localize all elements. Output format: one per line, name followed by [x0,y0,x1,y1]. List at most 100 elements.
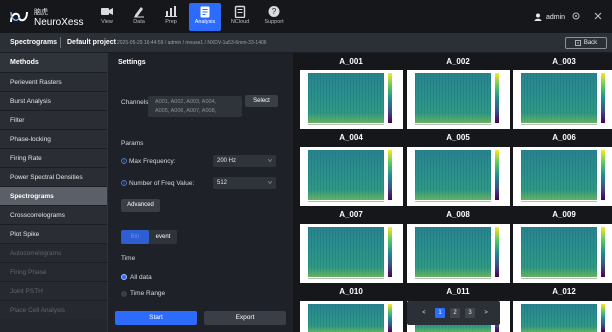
colorbar [388,73,392,123]
channel-title: A_010 [339,287,363,296]
svg-text:?: ? [272,7,277,16]
video-camera-icon [101,8,113,15]
info-icon[interactable] [121,158,127,164]
recording-meta: 2025-05-29 16:44:59 / admin / mouse1 / N… [117,40,267,46]
spectrogram-plot[interactable] [407,224,510,283]
cloud-doc-icon [234,5,246,18]
prev-page-button[interactable]: < [419,308,429,318]
page-2-button[interactable]: 2 [450,308,460,318]
breadcrumb-divider [60,37,61,48]
method-item-firing-phase: Firing Phase [0,262,107,281]
max-frequency-select[interactable]: 200 Hz [213,155,276,167]
channel-title: A_002 [446,57,470,66]
pencil-doc-icon [134,7,144,18]
x-axis [415,201,491,204]
brand-name-cn: 脑虎 [34,8,48,16]
spectrogram-image [308,304,384,332]
spectrogram-image [521,150,597,200]
select-channels-button[interactable]: Select [245,95,278,107]
channel-title: A_011 [446,287,470,296]
method-item-filter[interactable]: Filter [0,110,107,129]
x-axis [521,201,597,204]
nav-prep[interactable]: Prep [155,3,187,31]
nav-ncloud[interactable]: NCloud [224,3,256,31]
colorbar [388,150,392,200]
nav-analysis-label: Analysis [194,19,216,25]
method-item-phase-locking[interactable]: Phase-locking [0,129,107,148]
spectrogram-plot[interactable] [407,70,510,129]
colorbar [495,227,499,277]
spectrogram-plot[interactable] [513,147,612,206]
channel-title: A_001 [339,57,363,66]
nav-data-label: Data [133,19,145,25]
num-freq-label: Number of Freq Value: [129,180,195,187]
colorbar [601,304,605,332]
nav-view[interactable]: View [91,3,123,31]
brand-logo[interactable]: 脑虎 NeuroXess [8,7,83,27]
breadcrumb: Spectrograms Default project 2025-05-29 … [0,33,612,53]
method-item-firing-rate[interactable]: Firing Rate [0,148,107,167]
back-arrow-icon [574,40,581,46]
spectrogram-plot[interactable] [300,70,403,129]
colorbar [388,227,392,277]
methods-header: Methods [0,53,107,72]
colorbar [495,73,499,123]
x-axis [415,124,491,127]
method-item-crosscorrelograms[interactable]: Crosscorrelograms [0,205,107,224]
spectrogram-plot[interactable] [513,301,612,332]
spectrogram-image [308,73,384,123]
channel-title: A_012 [552,287,576,296]
method-item-perievent-rasters[interactable]: Perievent Rasters [0,72,107,91]
spectrogram-plot[interactable] [300,301,403,332]
brand-mark-icon [10,11,28,23]
method-item-joint-psth: Joint PSTH [0,281,107,300]
spectrogram-plot[interactable] [513,70,612,129]
settings-icon[interactable] [572,12,580,20]
radio-time-range[interactable] [121,291,127,297]
method-item-burst-analysis[interactable]: Burst Analysis [0,91,107,110]
toggle-bin[interactable]: Bin [121,230,149,244]
method-item-spectrograms[interactable]: Spectrograms [0,186,107,205]
page-1-button[interactable]: 1 [435,308,445,318]
time-label: Time [121,255,136,262]
close-icon[interactable] [594,12,602,20]
x-axis [521,278,597,281]
start-button[interactable]: Start [115,311,197,325]
num-freq-select[interactable]: 512 [213,177,276,189]
spectrogram-image [308,150,384,200]
num-freq-value: 512 [217,180,228,186]
spectrogram-plot[interactable] [407,147,510,206]
bin-event-toggle: Bin event [121,230,177,244]
radio-all-data[interactable] [121,274,127,280]
user-icon [534,13,542,21]
pagination: < 1 2 3 > [407,301,500,325]
spectrogram-plot[interactable] [513,224,612,283]
spectrogram-plot[interactable] [300,147,403,206]
nav-data[interactable]: Data [123,3,155,31]
colorbar [495,150,499,200]
method-item-plot-spike[interactable]: Plot Spike [0,224,107,243]
page-3-button[interactable]: 3 [465,308,475,318]
info-icon[interactable] [121,180,127,186]
spectrogram-image [415,150,491,200]
channels-label: Channels: [121,99,151,106]
channels-input[interactable]: A001, A002, A003, A004, A005, A006, A007… [148,96,242,117]
x-axis [308,278,384,281]
spectrogram-plot[interactable] [300,224,403,283]
back-button[interactable]: Back [565,37,607,49]
advanced-button[interactable]: Advanced [121,199,160,212]
export-button[interactable]: Export [204,311,286,325]
nav-analysis[interactable]: Analysis [189,3,221,31]
toggle-event[interactable]: event [149,230,177,244]
help-icon: ? [268,6,280,17]
spectrogram-image [521,73,597,123]
colorbar [601,227,605,277]
x-axis [308,124,384,127]
user-menu[interactable]: admin [534,13,565,21]
next-page-button[interactable]: > [481,308,491,318]
method-item-power-spectral-densities[interactable]: Power Spectral Densities [0,167,107,186]
x-axis [521,124,597,127]
nav-support[interactable]: ? Support [258,3,290,31]
spectrogram-image [415,73,491,123]
method-item-place-cell-analysis: Place Cell Analysis [0,300,107,319]
